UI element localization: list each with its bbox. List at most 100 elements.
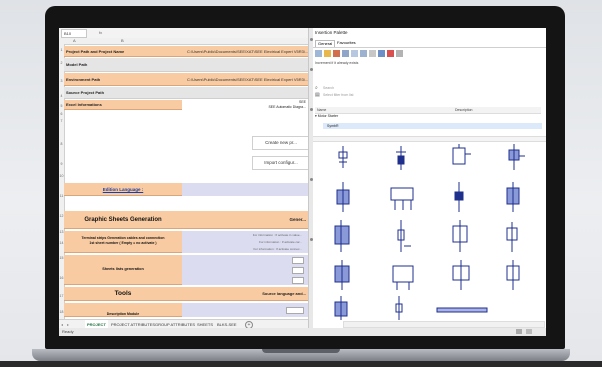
normal-view-icon[interactable]	[516, 329, 522, 334]
symbol-thumbnail[interactable]	[452, 220, 468, 252]
symbol-icon[interactable]	[315, 50, 322, 57]
create-new-project-button[interactable]: Create new pr...	[252, 136, 310, 150]
tree-item-selected[interactable]: SymbR	[323, 123, 542, 129]
source-project-label: Source Project Path	[66, 90, 105, 95]
fx-icon[interactable]: fx	[99, 29, 102, 37]
column-header-a[interactable]: A	[73, 38, 76, 44]
delete-icon[interactable]	[387, 50, 394, 57]
row-number[interactable]: 9	[59, 162, 64, 166]
source-language-label: Source language and...	[262, 291, 306, 296]
tools-values	[182, 303, 308, 317]
column-headers: A B	[59, 38, 308, 45]
tools-input[interactable]	[286, 307, 304, 314]
graphic-sheets-title: Graphic Sheets Generation	[84, 217, 162, 223]
sheets-lists-label: Sheets lists generation	[102, 267, 144, 271]
copy-icon[interactable]	[351, 50, 358, 57]
symbol-thumbnail[interactable]	[395, 296, 403, 320]
row-number[interactable]: 7	[59, 119, 64, 123]
symbol-thumbnail[interactable]	[506, 222, 518, 252]
symbol-thumbnail[interactable]	[452, 144, 471, 165]
edition-language-label: Edition Language :	[102, 187, 144, 192]
laptop-notch	[262, 349, 340, 353]
symbol-thumbnail[interactable]	[334, 260, 350, 290]
excel-info-values: SEE SEE Automatic Diagra...	[182, 100, 308, 110]
paste-icon[interactable]	[360, 50, 367, 57]
symbol-thumbnail[interactable]	[506, 182, 520, 212]
excel-info-row[interactable]: Excel Informations	[64, 100, 182, 110]
project-path-row[interactable]: Project Path and Project Name C:\Users\P…	[64, 46, 308, 57]
search-input[interactable]: Search	[323, 86, 334, 90]
tab-favourites[interactable]: Favourites	[335, 40, 358, 46]
info-note: For information : If activate car...	[259, 240, 302, 244]
source-language-row: Source language and...	[182, 287, 308, 301]
palette-tabs: General Favourites	[313, 39, 546, 48]
symbol-thumbnail[interactable]	[334, 220, 350, 252]
info-value-1[interactable]: SEE	[299, 100, 306, 104]
tools-title: Tools	[114, 290, 132, 297]
environment-path-value[interactable]: C:\Users\Public\Documents\SEE\XAT\SEE El…	[187, 77, 308, 82]
row-number[interactable]: 6	[59, 112, 64, 116]
edition-language-value[interactable]	[182, 183, 308, 196]
macro-icon[interactable]	[333, 50, 340, 57]
symbol-thumbnail[interactable]	[452, 260, 470, 290]
environment-path-label: Environment Path	[66, 77, 101, 82]
symbol-thumbnail[interactable]	[390, 187, 414, 210]
tools-row: Tools	[64, 287, 182, 301]
symbol-thumbnail[interactable]	[454, 182, 464, 212]
symbol-thumbnail[interactable]	[334, 296, 348, 320]
project-path-value[interactable]: C:\Users\Public\Documents\SEE\XAT\SEE El…	[187, 49, 308, 54]
source-project-row[interactable]: Source Project Path	[64, 87, 308, 99]
name-box[interactable]: B10	[61, 29, 87, 38]
tree-label: SymbR	[327, 124, 339, 128]
row-number[interactable]: 10	[59, 174, 64, 178]
project-path-label: Project Path and Project Name	[66, 49, 125, 54]
sheets-input[interactable]	[292, 267, 304, 274]
symbol-thumbnail[interactable]	[436, 307, 488, 313]
floor-shadow	[0, 361, 602, 367]
refresh-icon[interactable]	[396, 50, 403, 57]
sheets-lists-row: Sheets lists generation	[64, 255, 182, 285]
filter-icon[interactable]: ▤	[315, 92, 320, 98]
description-row: Description Module	[64, 303, 182, 317]
symbol-thumbnail[interactable]	[392, 265, 414, 290]
terminal-strips-values: For information : If activate in value..…	[182, 231, 308, 253]
sheets-input[interactable]	[292, 277, 304, 284]
column-header-description[interactable]: Description	[455, 108, 473, 112]
symbol-thumbnail[interactable]	[338, 146, 348, 168]
symbol-grid	[334, 144, 525, 320]
palette-grid-header: Name Description	[315, 107, 541, 114]
page-layout-icon[interactable]	[526, 329, 532, 334]
column-header-name[interactable]: Name	[317, 108, 326, 112]
symbol-thumbnail[interactable]	[508, 144, 525, 170]
tree-label: Motor Starter	[317, 114, 339, 118]
info-note: For information : If activate connec...	[253, 247, 302, 251]
row-number[interactable]: 8	[59, 142, 64, 146]
folder-icon[interactable]	[324, 50, 331, 57]
info-note: For information : If activate in value..…	[252, 233, 302, 237]
status-text: Ready	[62, 329, 74, 334]
symbol-thumbnail[interactable]	[397, 220, 411, 252]
symbol-thumbnail[interactable]	[506, 260, 520, 290]
symbol-thumbnail[interactable]	[396, 146, 406, 170]
palette-toolbar	[315, 50, 515, 58]
filter-input[interactable]: Select filter from list	[323, 93, 354, 97]
model-path-row[interactable]: Model Path	[64, 58, 308, 72]
info-value-2[interactable]: SEE Automatic Diagra...	[268, 105, 306, 109]
column-header-b[interactable]: B	[121, 38, 124, 44]
terminal-strips-row: Terminal strips Generation cables and co…	[64, 231, 182, 253]
excel-window: B10 fx A B 1 2 3 4 5 6 7 8 9 10 11 12 13…	[59, 28, 310, 336]
symbol-thumbnail[interactable]	[336, 182, 350, 212]
sheets-input[interactable]	[292, 257, 304, 264]
settings-icon[interactable]	[369, 50, 376, 57]
tree-item-motor-starter[interactable]: ▾ Motor Starter	[315, 114, 338, 118]
model-path-label: Model Path	[66, 62, 88, 67]
palette-hint: Increment if it already exists	[315, 61, 359, 65]
edition-language-row: Edition Language :	[64, 183, 182, 196]
tab-general[interactable]: General	[315, 40, 336, 47]
import-configuration-button[interactable]: Import configur...	[252, 156, 310, 170]
grid-icon[interactable]	[342, 50, 349, 57]
search-icon[interactable]: ⌕	[315, 85, 318, 91]
environment-path-row[interactable]: Environment Path C:\Users\Public\Documen…	[64, 73, 308, 86]
list-icon[interactable]	[378, 50, 385, 57]
palette-horizontal-scrollbar[interactable]	[343, 321, 545, 328]
